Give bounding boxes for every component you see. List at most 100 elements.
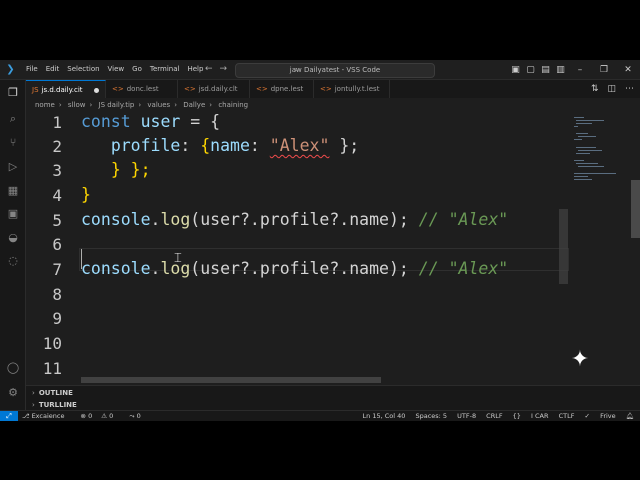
punctuation-token: : [180, 136, 201, 155]
line-number: 6 [52, 235, 62, 254]
menu-view[interactable]: View [104, 60, 129, 79]
compare-icon[interactable]: ⇅ [591, 84, 599, 94]
tab-label: jontully.t.lest [334, 85, 380, 93]
tab-jsd-daily[interactable]: <> jsd.daily.clt [178, 80, 250, 98]
testing-icon[interactable]: ◒ [6, 231, 20, 245]
source-control-icon[interactable]: ⑂ [6, 136, 20, 150]
close-icon[interactable]: ✕ [616, 65, 640, 75]
file-icon: <> [184, 85, 196, 93]
status-extra[interactable]: CTLF [559, 412, 575, 420]
search-icon[interactable]: ⌕ [6, 112, 20, 126]
status-workspace[interactable]: ⎇ Excaience [22, 412, 71, 420]
breadcrumb-item[interactable]: sllow [68, 101, 86, 109]
secondary-sidebar-icon[interactable]: ▥ [553, 65, 568, 75]
menu-bar: File Edit Selection View Go Terminal Hel… [22, 60, 207, 79]
breadcrumb-item[interactable]: Dallye [183, 101, 205, 109]
status-right: Ln 15, Col 40 Spaces: 5 UTF-8 CRLF {} I … [355, 411, 634, 421]
comment-token: // "Alex" [418, 210, 509, 229]
text-cursor [81, 249, 82, 269]
code-line-2: profile: {name: "Alex" }; [81, 136, 359, 155]
punctuation-token: : [249, 136, 270, 155]
line-number: 9 [52, 309, 62, 328]
files-icon[interactable]: ❐ [6, 86, 20, 100]
restore-icon[interactable]: ❐ [592, 65, 616, 75]
breadcrumb-item[interactable]: values [147, 101, 170, 109]
minimap-line [574, 176, 588, 177]
breadcrumb-item[interactable]: nome [35, 101, 55, 109]
menu-selection[interactable]: Selection [63, 60, 103, 79]
extensions-icon[interactable]: ▦ [6, 184, 20, 198]
modified-dot-icon[interactable] [94, 88, 99, 93]
status-language[interactable]: {} I CAR [513, 412, 549, 420]
sidebar-toggle-icon[interactable]: ▢ [523, 65, 538, 75]
breadcrumb-item[interactable]: chaining [218, 101, 248, 109]
code-line-7: console.log(user?.profile?.name); // "Al… [81, 259, 508, 278]
remote-explorer-icon[interactable]: ▣ [6, 207, 20, 221]
horizontal-scrollbar[interactable] [81, 377, 381, 383]
chevron-right-icon: › [89, 101, 93, 109]
menu-edit[interactable]: Edit [42, 60, 64, 79]
mouse-ibeam-icon: ⌶ [174, 251, 182, 266]
activity-bar: ❐ ⌕ ⑂ ▷ ▦ ▣ ◒ ◌ ◯ ⚙ [0, 80, 26, 411]
menu-go[interactable]: Go [128, 60, 146, 79]
account-icon[interactable]: ◯ [6, 361, 20, 375]
tab-jontully-lest[interactable]: <> jontully.t.lest [314, 80, 390, 98]
vertical-scrollbar[interactable] [559, 209, 568, 284]
forward-arrow-icon[interactable]: → [220, 64, 228, 74]
warning-count: 0 [109, 412, 114, 420]
timeline-icon[interactable]: ◌ [6, 254, 20, 268]
title-bar: ❯ File Edit Selection View Go Terminal H… [0, 60, 640, 80]
tab-js-d-daily[interactable]: JS js.d.daily.cit [26, 80, 106, 98]
menu-terminal[interactable]: Terminal [146, 60, 184, 79]
window-title: jaw Dailyatest - VSS Code [289, 66, 381, 74]
status-copilot[interactable]: ✓ Frive [585, 412, 616, 420]
status-problems[interactable]: ⊗ 0 ⚠ 0 [81, 412, 121, 420]
menu-file[interactable]: File [22, 60, 42, 79]
menu-help[interactable]: Help [183, 60, 207, 79]
notifications-bell-icon[interactable]: 🔔︎ [626, 412, 634, 420]
back-arrow-icon[interactable]: ← [205, 64, 213, 74]
chevron-right-icon: › [209, 101, 213, 109]
status-ports[interactable]: ⤳ 0 [129, 412, 147, 420]
minimap-line [576, 123, 592, 124]
more-actions-icon[interactable]: ⋯ [625, 84, 634, 94]
layout-toggle-icon[interactable]: ▣ [508, 65, 523, 75]
function-token: log [160, 210, 191, 229]
status-encoding[interactable]: UTF-8 [457, 412, 476, 420]
status-indentation[interactable]: Spaces: 5 [415, 412, 447, 420]
status-cursor-position[interactable]: Ln 15, Col 40 [363, 412, 406, 420]
overview-ruler-scrollbar[interactable] [631, 180, 640, 238]
breadcrumb-item[interactable]: JS daily.tip [99, 101, 135, 109]
line-number: 10 [42, 334, 62, 353]
remote-indicator-icon[interactable]: ⤢ [0, 411, 18, 421]
settings-gear-icon[interactable]: ⚙ [6, 386, 20, 400]
nav-arrows: ← → [205, 60, 234, 79]
arguments-token: (user?.profile?.name); [190, 259, 409, 278]
tab-dpne-lest[interactable]: <> dpne.lest [250, 80, 314, 98]
breadcrumb: nome › sllow › JS daily.tip › values › Dally… [26, 98, 640, 112]
minimap-line [574, 160, 584, 161]
outline-section[interactable]: › OUTLINE [32, 387, 73, 399]
minimap-line [574, 117, 584, 118]
string-token: "Alex" [269, 136, 330, 155]
property-token: profile [110, 136, 181, 155]
status-bar: ⤢ ⎇ Excaience ⊗ 0 ⚠ 0 ⤳ 0 Ln 15, Col 40 … [0, 410, 640, 421]
tab-donc-lest[interactable]: <> donc.lest [106, 80, 178, 98]
punctuation-token: = { [180, 113, 221, 131]
minimap-line [578, 136, 596, 137]
code-editor[interactable]: 1 2 3 4 5 6 7 8 9 10 11 const user = { p… [26, 113, 572, 385]
command-center[interactable]: ⌕ jaw Dailyatest - VSS Code [235, 63, 435, 78]
run-debug-icon[interactable]: ▷ [6, 160, 20, 174]
status-eol[interactable]: CRLF [486, 412, 502, 420]
split-editor-icon[interactable]: ◫ [607, 84, 616, 94]
code-line-1: const user = { [81, 113, 220, 131]
bracket-token: } [81, 185, 91, 204]
minimap-line [578, 150, 602, 151]
file-icon: <> [112, 85, 124, 93]
panel-toggle-icon[interactable]: ▤ [538, 65, 553, 75]
minimap[interactable] [572, 113, 630, 385]
minimap-line [576, 133, 588, 134]
copilot-label: Frive [600, 412, 616, 420]
minimize-icon[interactable]: – [568, 65, 592, 75]
tab-actions: ⇅ ◫ ⋯ [582, 80, 634, 98]
